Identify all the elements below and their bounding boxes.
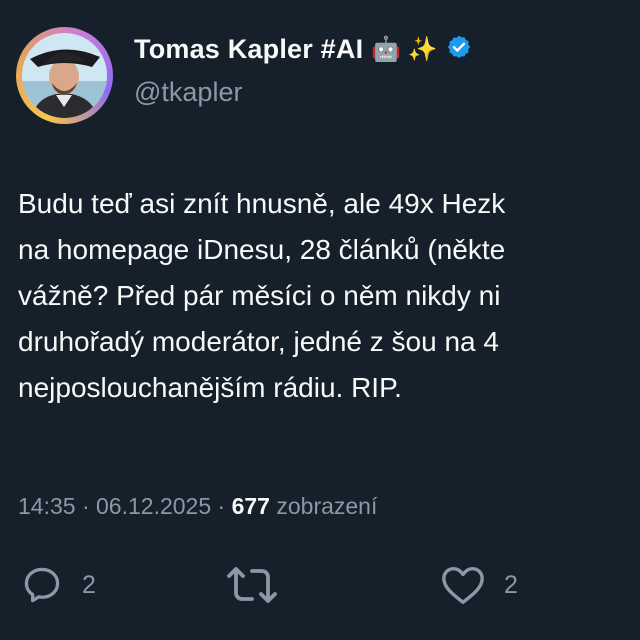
avatar-photo [22,33,107,118]
views-label: zobrazení [276,493,378,519]
avatar[interactable] [16,27,113,124]
reply-button[interactable]: 2 [20,560,96,610]
retweet-icon [225,563,279,607]
author-display-name[interactable]: Tomas Kapler #AI [134,34,363,65]
tweet-text-line: na homepage iDnesu, 28 článků (někte [18,234,506,265]
like-count: 2 [504,570,518,599]
meta-separator: · [217,493,226,519]
tweet-text-line: Budu teď asi znít hnusně, ale 49x Hezk [18,188,506,219]
tweet-date[interactable]: 06.12.2025 [96,493,211,519]
tweet-text-line: druhořadý moderátor, jedné z šou na 4 [18,326,499,357]
meta-separator: · [81,493,90,519]
author-emoji: 🤖 ✨ [371,36,438,63]
author-name-row[interactable]: Tomas Kapler #AI 🤖 ✨ [134,34,472,65]
retweet-button[interactable] [225,560,279,610]
views-count: 677 [231,493,270,519]
tweet-meta: 14:35 · 06.12.2025 · 677 zobrazení [18,493,377,520]
tweet-time[interactable]: 14:35 [18,493,76,519]
tweet-text-line: nejposlouchanějším rádiu. RIP. [18,372,402,403]
reply-icon [20,563,64,607]
reply-count: 2 [82,570,96,599]
heart-icon [440,563,486,607]
tweet-actions: 2 2 [0,560,640,610]
tweet-text-line: vážně? Před pár měsíci o něm nikdy ni [18,280,501,311]
author-handle[interactable]: @tkapler [134,77,242,108]
like-button[interactable]: 2 [440,560,518,610]
tweet-text: Budu teď asi znít hnusně, ale 49x Hezk n… [18,181,640,411]
verified-badge-icon [446,34,472,65]
